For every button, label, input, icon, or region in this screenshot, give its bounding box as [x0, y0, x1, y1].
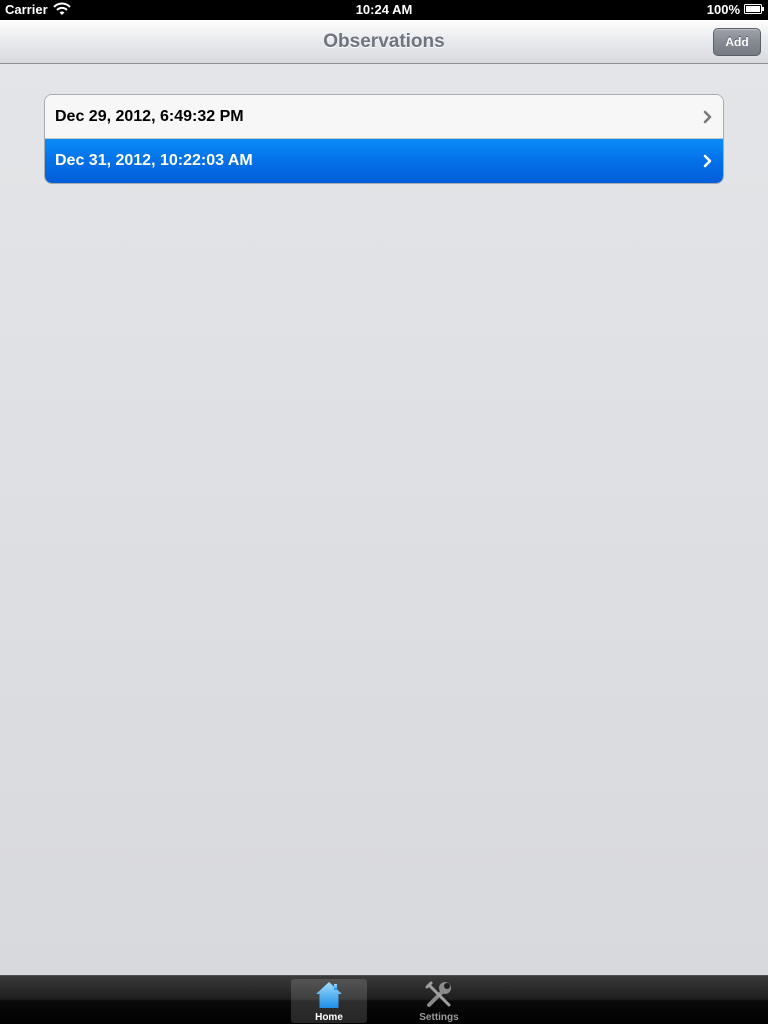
- page-title: Observations: [323, 31, 445, 52]
- observations-content: Dec 29, 2012, 6:49:32 PM Dec 31, 2012, 1…: [0, 64, 768, 975]
- observations-list: Dec 29, 2012, 6:49:32 PM Dec 31, 2012, 1…: [44, 94, 724, 184]
- chevron-right-icon: [703, 154, 712, 168]
- tab-home[interactable]: Home: [291, 979, 367, 1023]
- observation-row-selected[interactable]: Dec 31, 2012, 10:22:03 AM: [45, 139, 723, 183]
- status-time: 10:24 AM: [355, 2, 413, 17]
- add-button[interactable]: Add: [713, 28, 761, 56]
- observation-date-label: Dec 31, 2012, 10:22:03 AM: [55, 152, 253, 169]
- battery-percentage: 100%: [706, 2, 740, 17]
- tab-bar: Home Settings: [0, 975, 768, 1024]
- battery-icon: [744, 4, 764, 14]
- status-bar: Carrier 10:24 AM 100%: [0, 0, 768, 20]
- home-icon: [316, 982, 342, 1008]
- observation-date-label: Dec 29, 2012, 6:49:32 PM: [55, 108, 244, 125]
- tab-home-label: Home: [315, 1012, 343, 1023]
- tab-settings[interactable]: Settings: [401, 979, 477, 1023]
- settings-icon: [425, 981, 451, 1007]
- observation-row[interactable]: Dec 29, 2012, 6:49:32 PM: [45, 95, 723, 139]
- chevron-right-icon: [703, 110, 712, 124]
- navigation-bar: Observations Add: [0, 20, 768, 64]
- tab-settings-label: Settings: [419, 1012, 459, 1023]
